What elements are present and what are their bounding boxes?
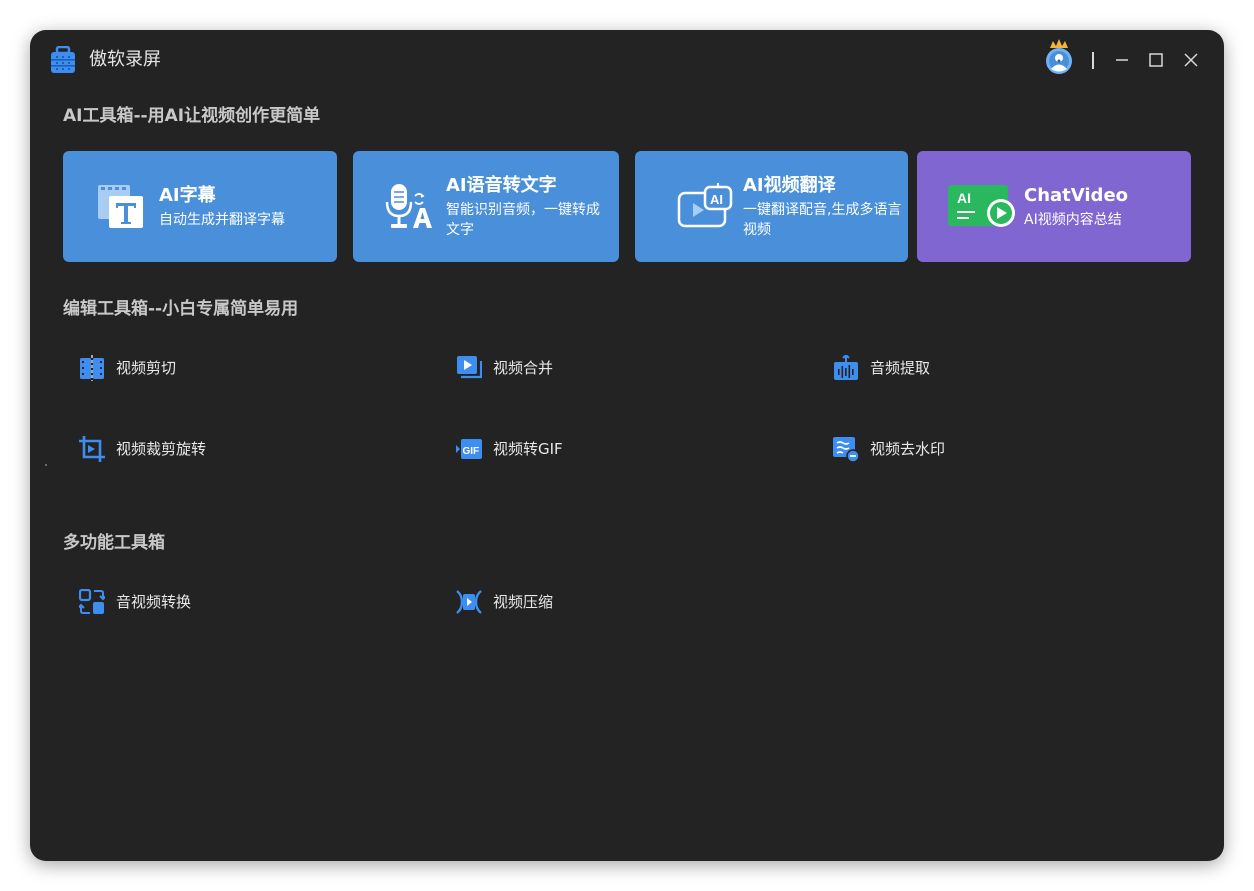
title-bar: 傲软录屏	[30, 30, 1224, 92]
tool-label: 音频提取	[870, 359, 931, 377]
toolbox-icon	[51, 46, 75, 73]
ai-subtitle-card[interactable]: AI字幕 自动生成并翻译字幕	[63, 151, 337, 262]
audio-extract-icon	[834, 355, 858, 380]
subtitle-icon	[98, 185, 143, 228]
titlebar-separator	[1092, 52, 1094, 69]
card-title: AI视频翻译	[743, 175, 836, 196]
app-window: 傲软录屏 AI工具箱--用AI让视频创作更简单 AI字幕 自动生成并翻译字幕 A…	[30, 30, 1224, 861]
card-desc: 自动生成并翻译字幕	[159, 212, 285, 228]
ai-speech-to-text-card[interactable]: AI语音转文字 智能识别音频，一键转成文字	[353, 151, 619, 262]
chatvideo-icon: AI	[948, 185, 1015, 227]
video-to-gif-icon: GIF	[456, 439, 482, 459]
maximize-button[interactable]	[1146, 50, 1166, 70]
video-compress-icon	[456, 590, 482, 614]
ai-section-title: AI工具箱--用AI让视频创作更简单	[63, 106, 321, 126]
user-avatar-icon[interactable]	[1042, 38, 1076, 76]
video-crop-rotate-icon	[79, 436, 105, 462]
tool-label: 视频转GIF	[493, 440, 563, 458]
svg-text:GIF: GIF	[463, 446, 480, 457]
multi-section-title: 多功能工具箱	[63, 533, 165, 553]
card-title: AI字幕	[159, 185, 216, 206]
svg-text:AI: AI	[710, 192, 723, 207]
svg-text:AI: AI	[957, 190, 971, 206]
card-title: ChatVideo	[1024, 185, 1129, 206]
card-title: AI语音转文字	[446, 175, 557, 196]
ai-video-translate-card[interactable]: AI AI视频翻译 一键翻译配音,生成多语言视频	[635, 151, 908, 262]
tool-label: 视频裁剪旋转	[116, 440, 207, 458]
edit-section-title: 编辑工具箱--小白专属简单易用	[63, 299, 299, 319]
tool-label: 视频合并	[493, 359, 554, 377]
card-desc: AI视频内容总结	[1024, 212, 1122, 228]
tool-label: 视频剪切	[116, 359, 177, 377]
chatvideo-card[interactable]: AI ChatVideo AI视频内容总结	[917, 151, 1191, 262]
video-cut-icon	[80, 355, 104, 381]
watermark-remove-icon	[833, 437, 859, 462]
video-translate-icon: AI	[677, 183, 733, 228]
close-button[interactable]	[1181, 50, 1201, 70]
video-merge-icon	[457, 356, 482, 379]
card-desc: 一键翻译配音,生成多语言视频	[743, 202, 902, 238]
stray-dot	[45, 464, 47, 466]
card-desc: 智能识别音频，一键转成文字	[446, 202, 600, 238]
tool-label: 视频去水印	[870, 440, 946, 458]
minimize-button[interactable]	[1112, 50, 1132, 70]
speech-to-text-icon	[385, 184, 432, 228]
tool-label: 视频压缩	[493, 593, 554, 611]
format-convert-icon	[79, 589, 105, 614]
tool-label: 音视频转换	[116, 593, 192, 611]
app-title: 傲软录屏	[89, 49, 161, 70]
